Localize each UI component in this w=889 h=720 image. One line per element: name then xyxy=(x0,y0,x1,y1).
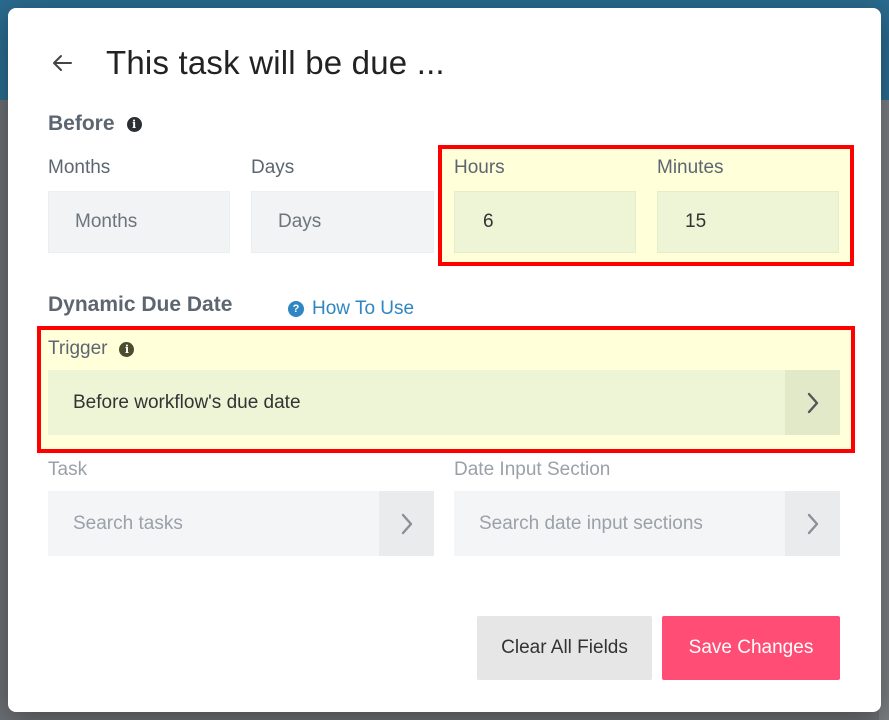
date-input-placeholder: Search date input sections xyxy=(454,491,785,556)
save-changes-button[interactable]: Save Changes xyxy=(662,616,840,680)
days-input[interactable]: Days xyxy=(251,191,434,253)
how-to-use-text: How To Use xyxy=(312,298,415,319)
info-icon[interactable]: i xyxy=(119,341,135,357)
days-placeholder: Days xyxy=(278,211,322,232)
arrow-left-icon xyxy=(53,55,72,71)
date-input-label: Date Input Section xyxy=(454,459,611,480)
chevron-right-icon[interactable] xyxy=(785,370,840,435)
task-select[interactable]: Search tasks xyxy=(48,491,434,556)
before-section-title: Before i xyxy=(48,112,142,136)
trigger-select[interactable]: Before workflow's due date xyxy=(48,370,840,435)
before-title-text: Before xyxy=(48,112,115,135)
minutes-input[interactable]: 15 xyxy=(657,191,839,253)
months-input[interactable]: Months xyxy=(48,191,230,253)
task-label: Task xyxy=(48,459,88,480)
dynamic-section-title: Dynamic Due Date xyxy=(48,293,232,317)
trigger-label-row: Trigger i xyxy=(48,338,135,360)
trigger-label: Trigger xyxy=(48,338,108,359)
help-icon: ? xyxy=(288,301,304,317)
date-input-select[interactable]: Search date input sections xyxy=(454,491,840,556)
how-to-use-link[interactable]: ? How To Use xyxy=(288,298,414,320)
hours-input[interactable]: 6 xyxy=(454,191,636,253)
chevron-right-icon[interactable] xyxy=(785,491,840,556)
days-label: Days xyxy=(251,157,295,178)
hours-label: Hours xyxy=(454,157,505,178)
minutes-label: Minutes xyxy=(657,157,724,178)
task-placeholder: Search tasks xyxy=(48,491,379,556)
back-button[interactable] xyxy=(48,49,76,77)
clear-all-fields-button[interactable]: Clear All Fields xyxy=(477,616,652,680)
months-placeholder: Months xyxy=(75,211,138,232)
modal-title: This task will be due ... xyxy=(106,44,445,81)
months-label: Months xyxy=(48,157,111,178)
minutes-value: 15 xyxy=(685,211,707,232)
chevron-right-icon[interactable] xyxy=(379,491,434,556)
hours-value: 6 xyxy=(483,211,494,232)
info-icon[interactable]: i xyxy=(126,116,142,132)
modal-header: This task will be due ... xyxy=(48,38,445,88)
dynamic-title-text: Dynamic Due Date xyxy=(48,293,233,316)
due-date-modal: This task will be due ... Before i Month… xyxy=(8,8,881,712)
trigger-value: Before workflow's due date xyxy=(48,370,785,435)
